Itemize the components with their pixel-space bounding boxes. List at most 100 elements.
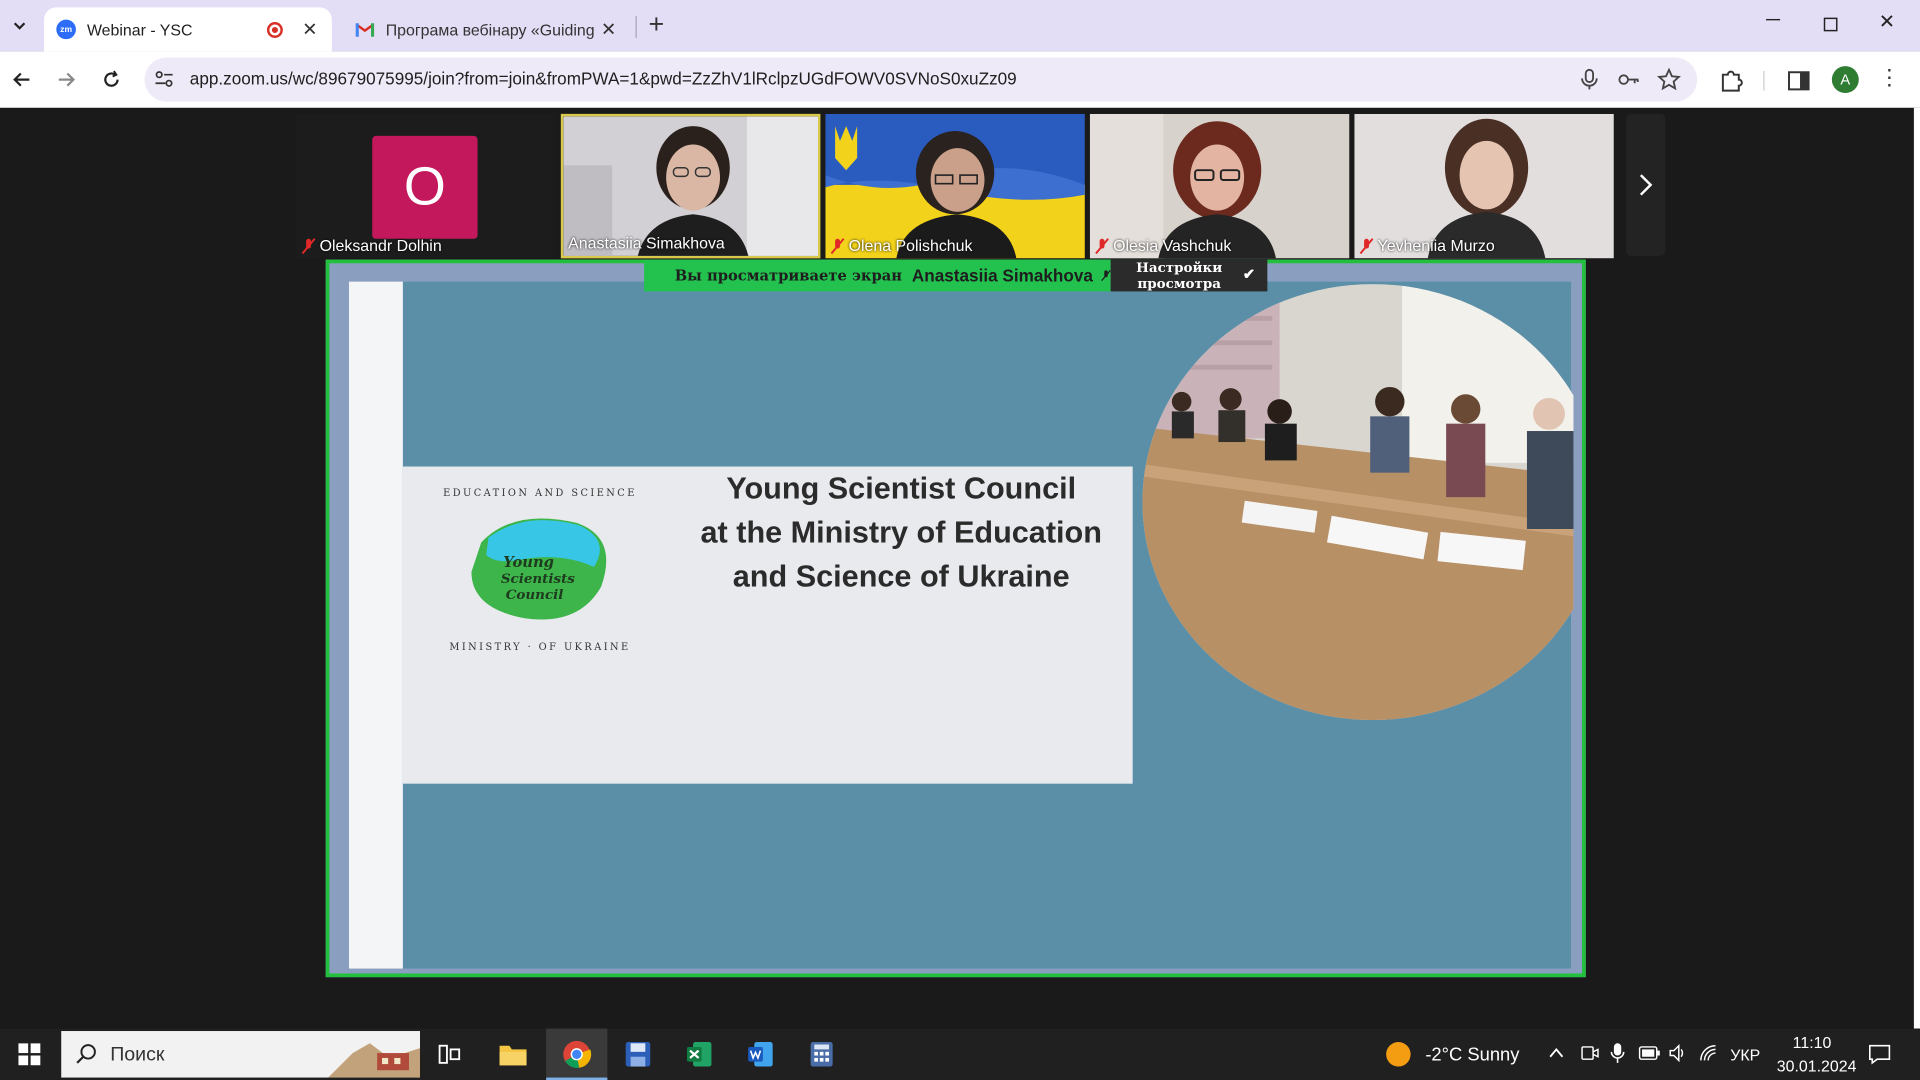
clock-time[interactable]: 11:10 — [1793, 1033, 1832, 1051]
meet-now-icon[interactable] — [1580, 1043, 1600, 1063]
tab-close-icon[interactable]: ✕ — [599, 18, 619, 41]
clock-date[interactable]: 30.01.2024 — [1777, 1057, 1857, 1075]
logo-text-council: Council — [506, 587, 564, 603]
slide-title-line: at the Ministry of Education — [700, 515, 1102, 550]
taskbar-chrome-active[interactable] — [546, 1028, 608, 1080]
profile-avatar[interactable]: A — [1831, 66, 1859, 94]
participant-name: Anastasiia Simakhova — [568, 233, 725, 253]
view-options-label-line: Настройки — [1136, 259, 1223, 276]
recording-indicator-icon — [266, 21, 283, 38]
search-highlight-illustration — [328, 1043, 421, 1078]
checkmark-icon: ✔ — [1242, 265, 1256, 283]
tab-webinar[interactable]: zm Webinar - YSC ✕ — [44, 7, 332, 52]
muted-mic-icon — [1100, 269, 1111, 282]
participant-tile[interactable]: Olena Polishchuk — [825, 113, 1085, 259]
network-icon[interactable] — [1698, 1043, 1718, 1063]
site-settings-icon[interactable] — [153, 69, 175, 91]
speaker-icon[interactable] — [1668, 1043, 1688, 1063]
back-button[interactable] — [6, 64, 38, 96]
arrow-left-icon — [13, 72, 30, 87]
task-view-icon — [438, 1044, 461, 1064]
viewing-share-banner: Вы просматриваете экран Anastasiia Simak… — [644, 259, 1111, 292]
toolbar-divider — [1763, 71, 1765, 91]
view-options-button[interactable]: Настройки просмотра ✔ — [1110, 259, 1268, 292]
zoom-icon: zm — [56, 19, 76, 40]
url-text: app.zoom.us/wc/89679075995/join?from=joi… — [189, 68, 1017, 89]
browser-tab-bar: zm Webinar - YSC ✕ Програма вебінару «Gu… — [0, 0, 1920, 52]
taskbar-word[interactable] — [735, 1032, 786, 1076]
participant-name: Yevheniia Murzo — [1377, 236, 1495, 255]
browser-menu-button[interactable]: ⋮ — [1878, 66, 1900, 93]
input-language[interactable]: УКР — [1730, 1046, 1760, 1064]
battery-icon[interactable] — [1638, 1046, 1660, 1061]
notifications-icon[interactable] — [1869, 1043, 1891, 1065]
page-scroll-edge — [1913, 107, 1920, 1029]
muted-mic-icon — [830, 237, 845, 254]
presenter-name: Anastasiia Simakhova — [911, 265, 1093, 286]
maximize-button[interactable] — [1812, 10, 1849, 42]
chevron-up-icon[interactable] — [1548, 1046, 1565, 1061]
search-placeholder: Поиск — [110, 1044, 165, 1066]
weather-sun-icon[interactable] — [1386, 1042, 1411, 1067]
microphone-icon[interactable] — [1577, 67, 1601, 91]
start-button[interactable] — [4, 1032, 55, 1076]
browser-toolbar: app.zoom.us/wc/89679075995/join?from=joi… — [0, 51, 1920, 108]
weather-text[interactable]: -2°C Sunny — [1425, 1044, 1519, 1065]
participant-tile[interactable]: Olesia Vashchuk — [1089, 113, 1350, 259]
muted-mic-icon — [301, 237, 316, 254]
slide-title: Young Scientist Council at the Ministry … — [675, 467, 1128, 599]
svg-text:MINISTRY · OF UKRAINE: MINISTRY · OF UKRAINE — [449, 642, 630, 652]
participant-tile[interactable]: Yevheniia Murzo — [1354, 113, 1614, 259]
ysc-logo: EDUCATION AND SCIENCE MINISTRY · OF UKRA… — [439, 488, 641, 653]
chevron-down-icon — [13, 22, 26, 30]
task-view-button[interactable] — [424, 1032, 475, 1076]
taskbar-save-app[interactable] — [612, 1032, 663, 1076]
microphone-tray-icon[interactable] — [1609, 1042, 1626, 1064]
arrow-right-icon — [58, 72, 76, 87]
search-icon — [76, 1044, 96, 1064]
gmail-icon — [355, 20, 375, 40]
tab-title: Програма вебінару «Guiding U — [385, 20, 599, 39]
side-panel-icon[interactable] — [1785, 67, 1812, 94]
address-bar[interactable]: app.zoom.us/wc/89679075995/join?from=joi… — [144, 57, 1698, 102]
next-participants-button[interactable] — [1626, 113, 1666, 256]
svg-text:EDUCATION AND SCIENCE: EDUCATION AND SCIENCE — [443, 488, 637, 499]
banner-prefix: Вы просматриваете экран — [674, 266, 903, 285]
chrome-icon — [563, 1040, 592, 1068]
muted-mic-icon — [1095, 237, 1109, 254]
slide-title-line: Young Scientist Council — [726, 471, 1077, 506]
extensions-puzzle-icon[interactable] — [1718, 67, 1745, 94]
bookmark-star-icon[interactable] — [1657, 67, 1681, 91]
new-tab-button[interactable]: + — [642, 10, 671, 40]
view-options-label-line: просмотра — [1137, 275, 1222, 292]
shared-slide: EDUCATION AND SCIENCE MINISTRY · OF UKRA… — [348, 281, 1574, 969]
forward-button[interactable] — [50, 64, 82, 96]
participant-name: Olesia Vashchuk — [1113, 236, 1232, 255]
folder-icon — [499, 1045, 527, 1066]
muted-mic-icon — [1359, 237, 1374, 254]
chevron-right-icon — [1639, 174, 1653, 196]
participant-name: Olena Polishchuk — [848, 236, 973, 255]
excel-icon — [686, 1042, 712, 1067]
tab-program[interactable]: Програма вебінару «Guiding U ✕ — [343, 7, 631, 51]
participant-tile[interactable]: O Oleksandr Dolhin — [296, 113, 556, 259]
taskbar-search-box[interactable]: Поиск — [61, 1031, 421, 1078]
windows-taskbar: Поиск -2°C Sunny УКР 11:10 30.01.2024 — [0, 1028, 1920, 1080]
taskbar-calculator[interactable] — [796, 1032, 847, 1076]
password-key-icon[interactable] — [1616, 67, 1640, 91]
logo-text-scientists: Scientists — [501, 571, 575, 587]
participant-name: Oleksandr Dolhin — [319, 236, 442, 255]
slide-left-bar — [348, 281, 403, 969]
floppy-disk-icon — [625, 1042, 651, 1067]
calculator-icon — [810, 1042, 833, 1067]
tab-separator — [635, 15, 637, 38]
word-icon — [748, 1042, 773, 1067]
taskbar-file-explorer[interactable] — [487, 1032, 538, 1076]
minimize-button[interactable]: ─ — [1755, 10, 1792, 42]
tab-search-button[interactable] — [5, 10, 34, 42]
participant-tile-active-speaker[interactable]: Anastasiia Simakhova — [560, 113, 821, 259]
taskbar-excel[interactable] — [673, 1032, 724, 1076]
reload-button[interactable] — [96, 64, 128, 96]
close-window-button[interactable]: ✕ — [1869, 10, 1906, 42]
tab-close-icon[interactable]: ✕ — [300, 18, 320, 41]
